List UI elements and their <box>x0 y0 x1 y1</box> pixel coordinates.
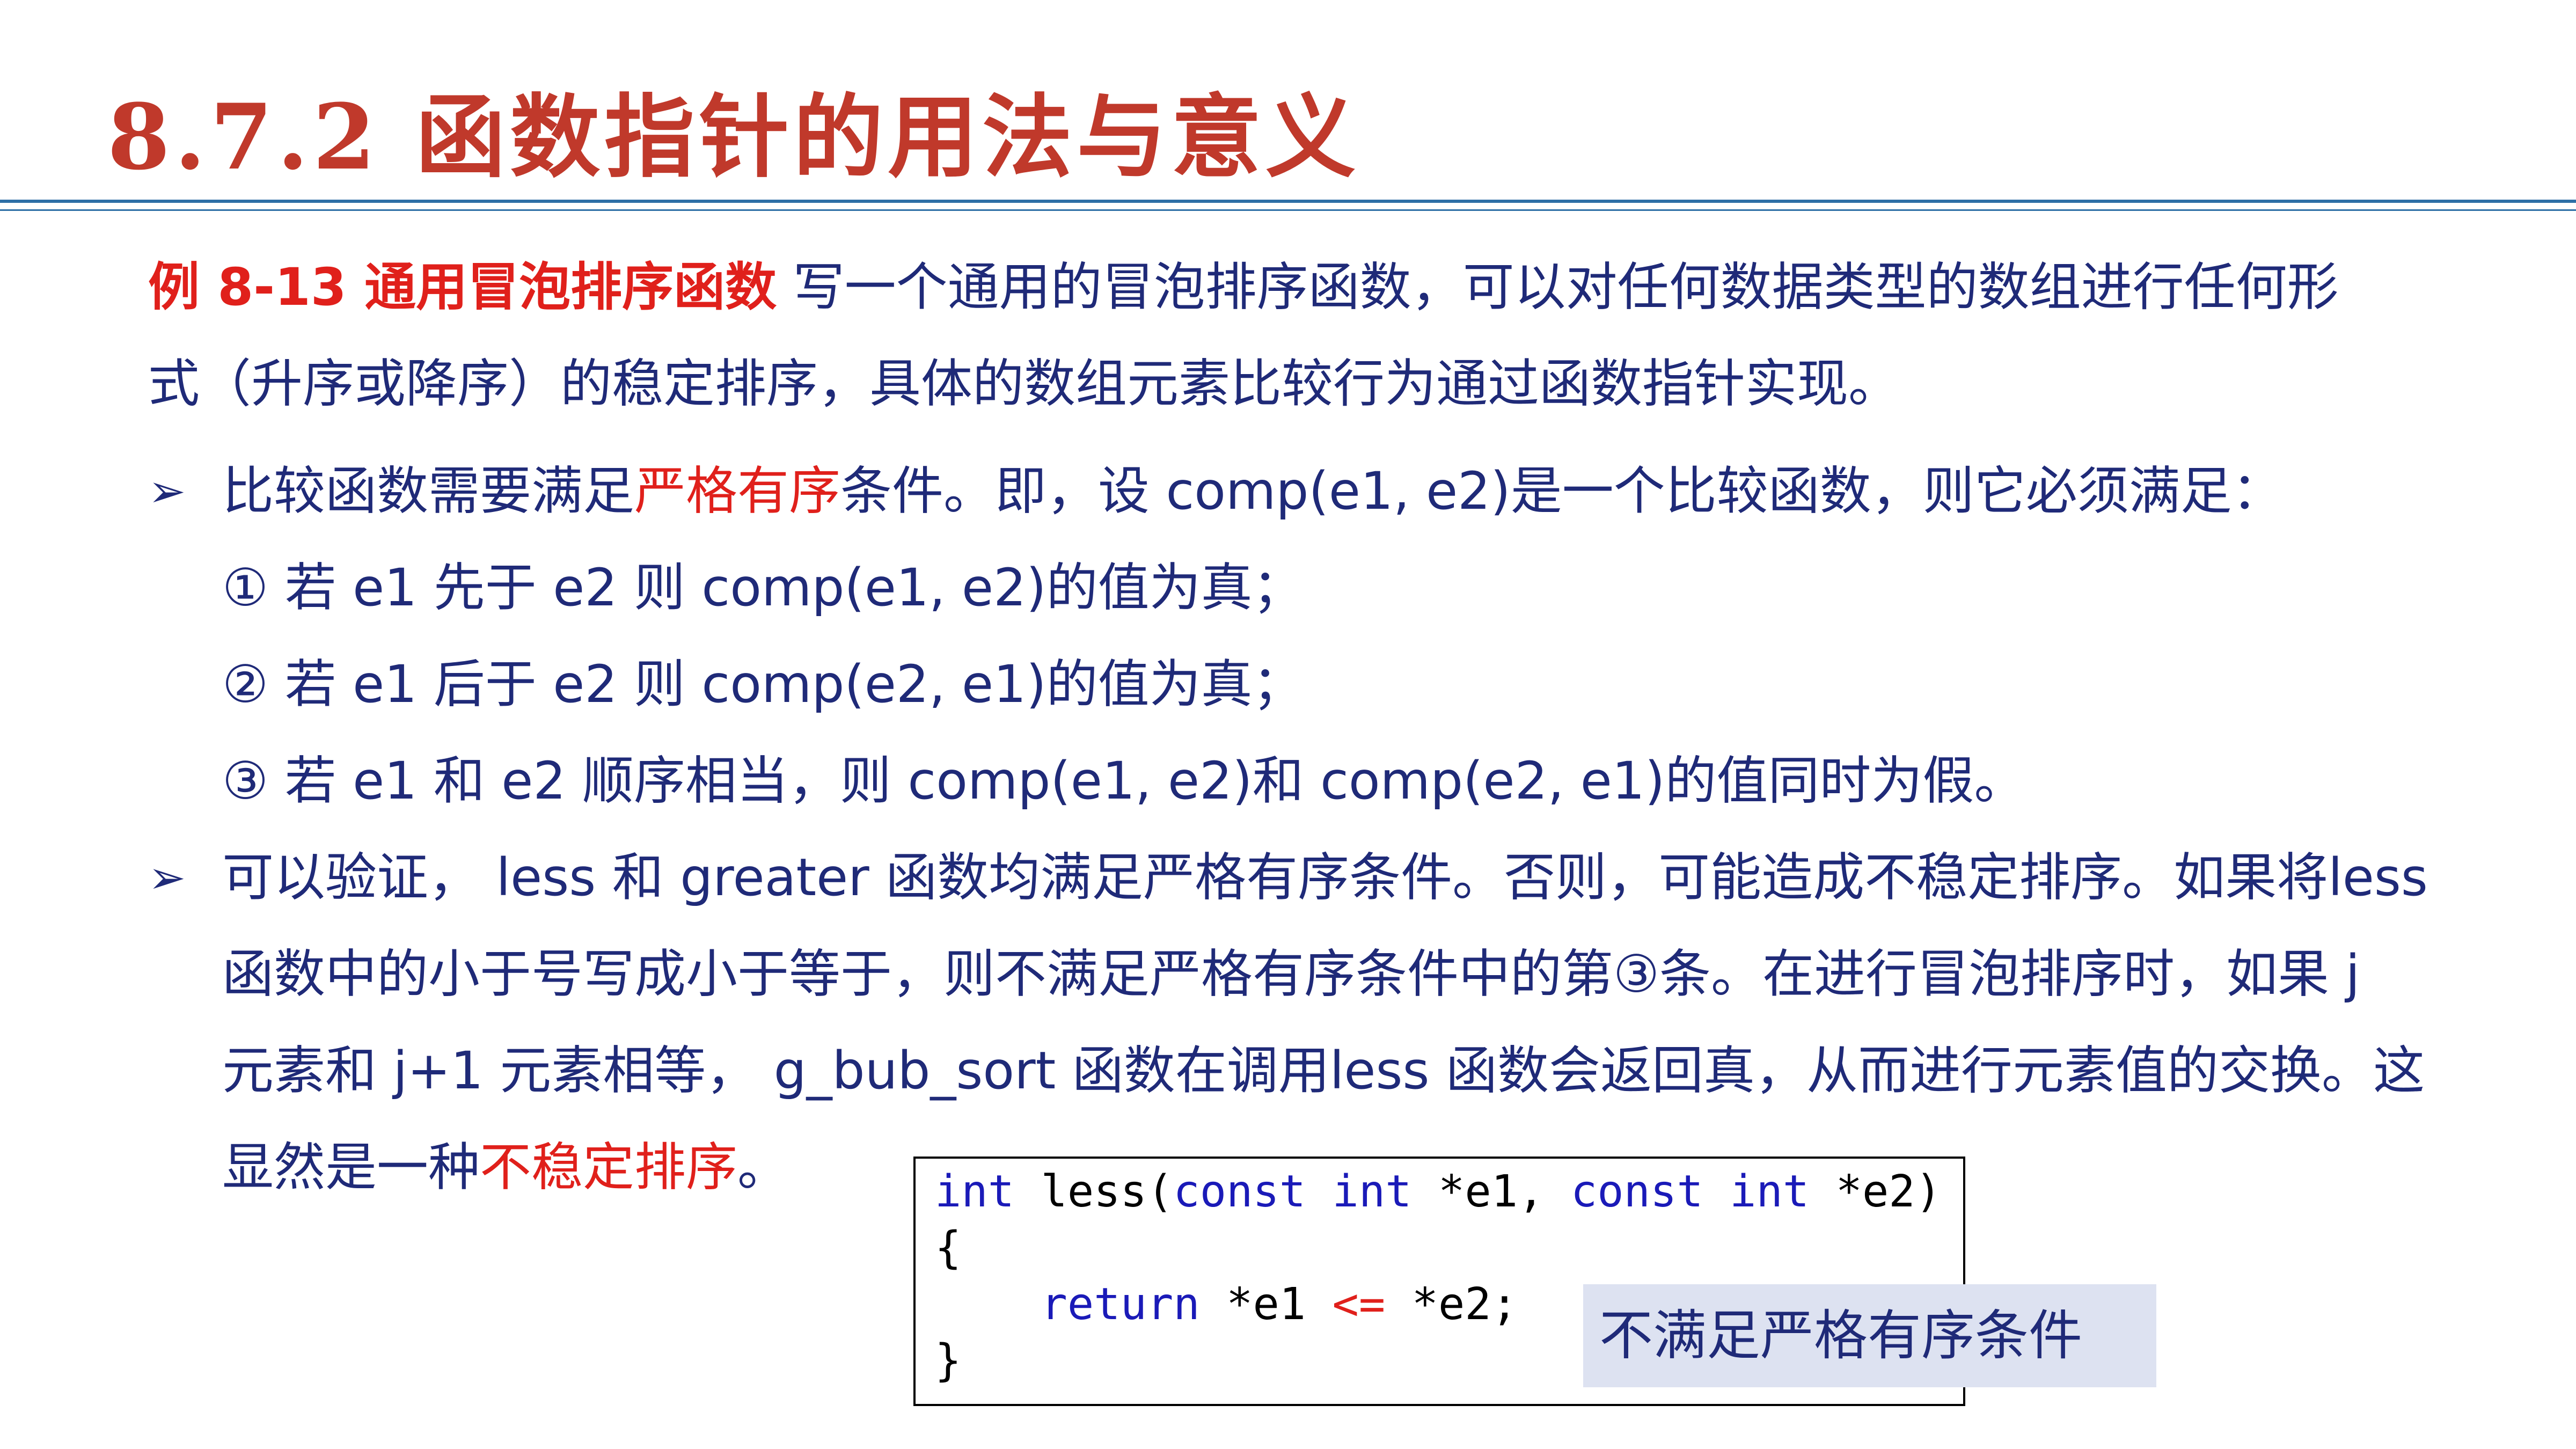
code-line-1: int less(const int *e1, const int *e2) <box>935 1165 1942 1219</box>
code-keyword: int <box>1332 1166 1412 1217</box>
condition-item-1: ① 若 e1 先于 e2 则 comp(e1, e2)的值为真； <box>222 558 1304 618</box>
code-text: less( <box>1014 1166 1174 1217</box>
example-text: 写一个通用的冒泡排序函数，可以对任何数据类型的数组进行任何形 <box>777 257 2339 317</box>
example-line-2: 式（升序或降序）的稳定排序，具体的数组元素比较行为通过函数指针实现。 <box>148 354 1900 414</box>
code-text: *e2) <box>1809 1166 1942 1217</box>
bullet1-post: 条件。即，设 comp(e1, e2)是一个比较函数，则它必须满足： <box>840 461 2284 521</box>
title-divider-thin <box>0 209 2576 211</box>
code-keyword: int <box>1730 1166 1810 1217</box>
bullet2-line4-pre: 显然是一种 <box>222 1137 480 1197</box>
code-line-4: } <box>935 1335 962 1386</box>
code-operator: <= <box>1332 1279 1386 1330</box>
bullet1-text: 比较函数需要满足严格有序条件。即，设 comp(e1, e2)是一个比较函数，则… <box>222 443 2284 539</box>
bullet2-line-1: 可以验证， less 和 greater 函数均满足严格有序条件。否则，可能造成… <box>222 847 2428 908</box>
bullet2-line-2: 函数中的小于号写成小于等于，则不满足严格有序条件中的第③条。在进行冒泡排序时，如… <box>222 944 2360 1004</box>
callout-note: 不满足严格有序条件 <box>1583 1284 2156 1387</box>
bullet-arrow-icon: ➢ <box>148 465 186 517</box>
bullet-arrow-icon: ➢ <box>148 851 186 904</box>
code-line-3: return *e1 <= *e2; <box>935 1278 1518 1331</box>
code-text: *e2; <box>1385 1279 1518 1330</box>
code-text: *e1 <box>1199 1279 1333 1330</box>
bullet1-highlight: 严格有序 <box>634 461 840 521</box>
condition-item-2: ② 若 e1 后于 e2 则 comp(e2, e1)的值为真； <box>222 654 1304 714</box>
condition-item-3: ③ 若 e1 和 e2 顺序相当，则 comp(e1, e2)和 comp(e2… <box>222 751 2026 811</box>
bullet2-line-3: 元素和 j+1 元素相等， g_bub_sort 函数在调用less 函数会返回… <box>222 1041 2425 1101</box>
code-keyword: const <box>1570 1166 1703 1217</box>
slide-title: 8.7.2 函数指针的用法与意义 <box>107 84 1360 190</box>
code-keyword: return <box>1041 1279 1200 1330</box>
example-label: 例 8-13 通用冒泡排序函数 <box>148 257 777 317</box>
code-keyword: const <box>1173 1166 1306 1217</box>
unstable-sort-highlight: 不稳定排序 <box>480 1137 737 1197</box>
code-keyword: int <box>935 1166 1015 1217</box>
code-text: *e1, <box>1411 1166 1571 1217</box>
bullet1-pre: 比较函数需要满足 <box>222 461 634 521</box>
example-line-1: 例 8-13 通用冒泡排序函数 写一个通用的冒泡排序函数，可以对任何数据类型的数… <box>148 239 2339 335</box>
code-line-2: { <box>935 1223 962 1274</box>
bullet2-line4-post: 。 <box>737 1137 789 1197</box>
bullet2-line-4: 显然是一种不稳定排序。 <box>222 1119 789 1216</box>
title-divider <box>0 200 2576 203</box>
